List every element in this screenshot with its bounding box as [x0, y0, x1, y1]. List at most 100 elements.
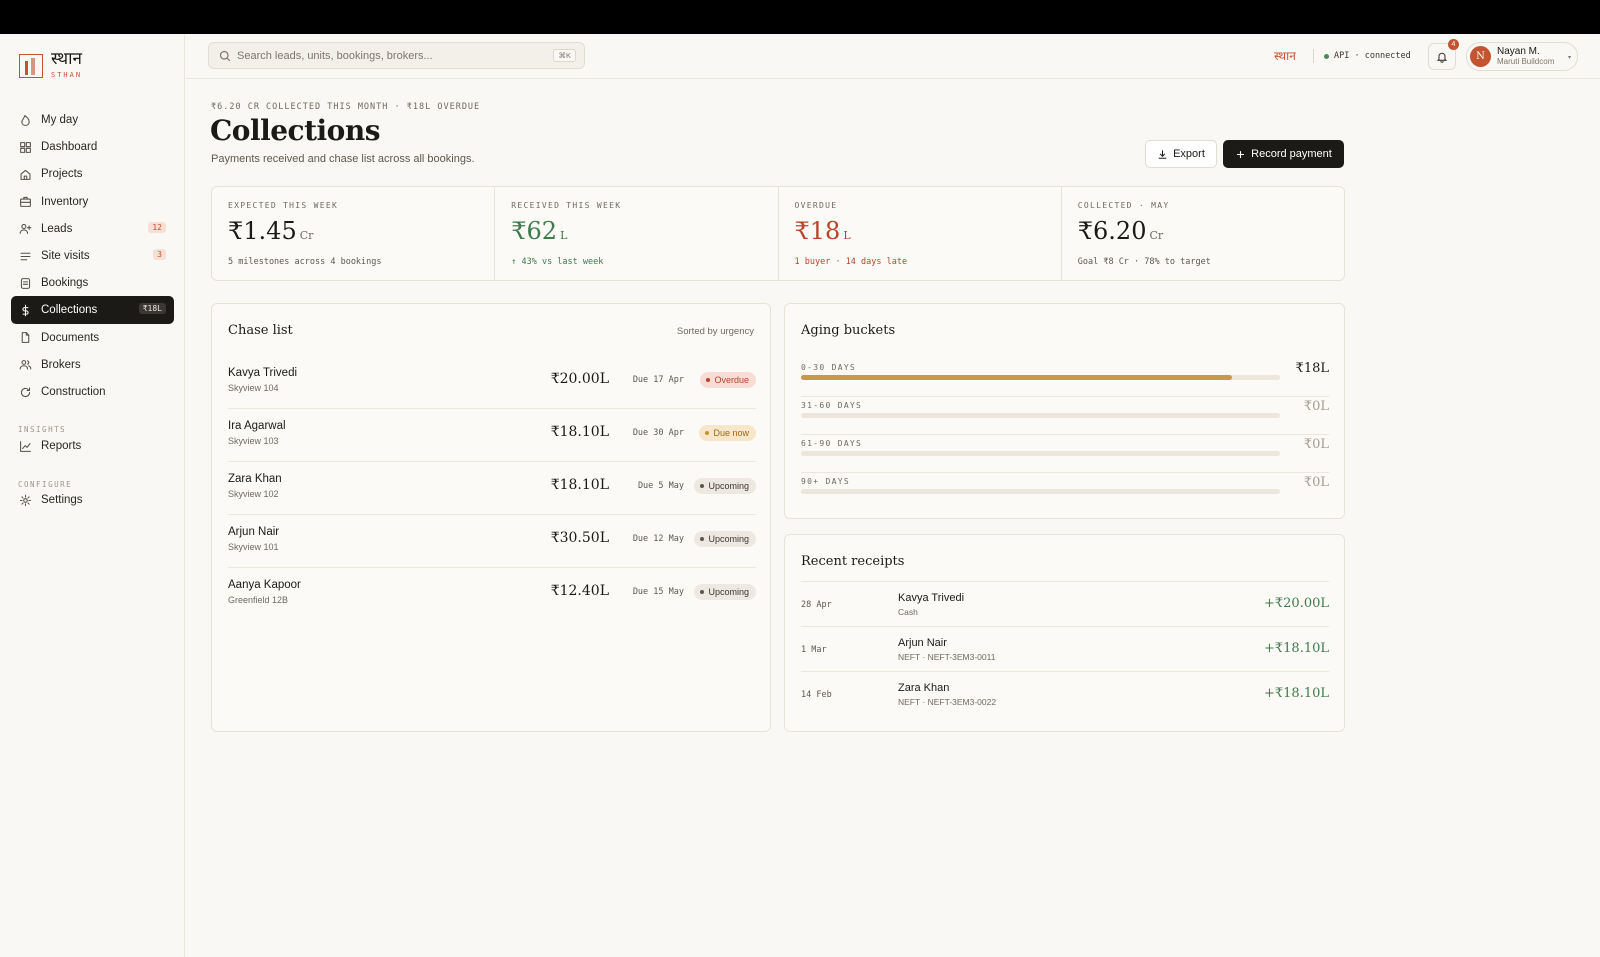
- users-icon: [19, 358, 32, 371]
- chase-list-row[interactable]: Zara Khan Skyview 102 ₹18.10L Due 5 May Upco…: [228, 462, 756, 515]
- aging-bucket-row: 61-90 DAYS ₹0L: [801, 435, 1329, 473]
- status-label: Upcoming: [708, 587, 749, 597]
- sidebar-item-label: Bookings: [41, 277, 89, 290]
- sidebar-item-reports[interactable]: Reports: [11, 432, 174, 460]
- recent-receipts-title: Recent receipts: [801, 554, 905, 569]
- payer-name: Arjun Nair: [898, 637, 947, 649]
- payment-method: NEFT · NEFT-3EM3-0022: [898, 697, 997, 707]
- sidebar-item-inventory[interactable]: Inventory: [11, 188, 174, 216]
- sort-indicator[interactable]: Sorted by urgency: [677, 326, 754, 337]
- dollar-icon: [19, 304, 32, 317]
- bucket-progress-track: [801, 489, 1280, 494]
- stat-unit: Cr: [1149, 229, 1164, 242]
- user-org: Maruti Buildcom: [1497, 57, 1555, 66]
- due-date: Due 17 Apr: [632, 375, 684, 385]
- unit-name: Skyview 101: [228, 542, 279, 552]
- gear-icon: [19, 494, 32, 507]
- unit-name: Skyview 103: [228, 436, 279, 446]
- page-subtitle: Payments received and chase list across …: [211, 153, 475, 165]
- sidebar-item-site-visits[interactable]: Site visits 3: [11, 242, 174, 270]
- aging-buckets-card: Aging buckets 0-30 DAYS ₹18L 31-60 DAYS ₹0L…: [784, 303, 1345, 519]
- status-badge: Upcoming: [694, 531, 756, 547]
- receipt-row[interactable]: 1 Mar Arjun Nair NEFT · NEFT-3EM3-0011 +₹18…: [801, 626, 1329, 671]
- stat-label: OVERDUE: [794, 201, 838, 210]
- due-date: Due 15 May: [632, 587, 684, 597]
- stat-value: ₹18 L: [795, 216, 1045, 251]
- stat-amount: ₹62: [511, 217, 558, 245]
- sidebar-item-my-day[interactable]: My day: [11, 106, 174, 134]
- aging-bucket-row: 31-60 DAYS ₹0L: [801, 397, 1329, 435]
- notifications-button[interactable]: 4: [1428, 39, 1459, 70]
- receipt-icon: [19, 277, 32, 290]
- plus-icon: [1237, 150, 1245, 158]
- bucket-label: 0-30 DAYS: [801, 363, 857, 372]
- sidebar-item-projects[interactable]: Projects: [11, 160, 174, 188]
- home-icon: [19, 168, 32, 181]
- record-payment-label: Record payment: [1251, 148, 1332, 160]
- unit-name: Skyview 104: [228, 383, 279, 393]
- user-name: Nayan M.: [1497, 46, 1540, 57]
- receipt-row[interactable]: 28 Apr Kavya Trivedi Cash +₹20.00L: [801, 581, 1329, 626]
- refresh-icon: [19, 386, 32, 399]
- user-menu[interactable]: N Nayan M. Maruti Buildcom ▾: [1466, 42, 1578, 71]
- user-plus-icon: [19, 222, 32, 235]
- sidebar-item-construction[interactable]: Construction: [11, 378, 174, 406]
- receipt-row[interactable]: 14 Feb Zara Khan NEFT · NEFT-3EM3-0022 +₹18…: [801, 671, 1329, 716]
- sidebar-item-documents[interactable]: Documents: [11, 324, 174, 352]
- stat-unit: L: [843, 229, 851, 242]
- search-input[interactable]: [237, 49, 547, 62]
- brand-logo[interactable]: स्थान STHAN: [19, 50, 82, 79]
- export-label: Export: [1173, 148, 1205, 160]
- topbar: ⌘K स्थान API · connected 4 N Nayan M. Ma…: [186, 34, 1600, 79]
- stats-strip: EXPECTED THIS WEEK ₹1.45 Cr 5 milestones ac…: [211, 186, 1345, 281]
- sidebar-item-brokers[interactable]: Brokers: [11, 351, 174, 379]
- stat-label: COLLECTED · MAY: [1077, 201, 1170, 210]
- sidebar-item-label: Projects: [41, 168, 83, 181]
- search-bar[interactable]: ⌘K: [208, 42, 585, 69]
- sidebar-count-badge: ₹18L: [138, 303, 166, 315]
- stat-label: RECEIVED THIS WEEK: [511, 201, 622, 210]
- chart-icon: [19, 440, 32, 453]
- status-dot-icon: [700, 537, 705, 541]
- chase-list-row[interactable]: Ira Agarwal Skyview 103 ₹18.10L Due 30 Apr D…: [228, 409, 756, 462]
- receipt-date: 1 Mar: [801, 645, 827, 655]
- sidebar-item-settings[interactable]: Settings: [11, 486, 174, 514]
- sidebar-item-bookings[interactable]: Bookings: [11, 269, 174, 297]
- page-summary: ₹6.20 CR COLLECTED THIS MONTH · ₹18L OVE…: [211, 102, 481, 112]
- export-button[interactable]: Export: [1145, 140, 1217, 168]
- buyer-name: Arjun Nair: [228, 526, 280, 538]
- status-label: Due now: [713, 428, 749, 438]
- recent-receipts-card: Recent receipts 28 Apr Kavya Trivedi Cash +…: [784, 534, 1345, 732]
- sidebar-item-dashboard[interactable]: Dashboard: [11, 133, 174, 161]
- unit-name: Greenfield 12B: [228, 595, 289, 605]
- sidebar-item-label: Documents: [41, 331, 100, 344]
- app-window: स्थान STHAN My day Dashboard Projects Inven…: [0, 34, 1600, 957]
- building-logo-icon: [19, 54, 43, 78]
- sidebar-item-label: Site visits: [41, 250, 90, 262]
- download-icon: [1158, 149, 1167, 159]
- chase-list-row[interactable]: Kavya Trivedi Skyview 104 ₹20.00L Due 17 Ap…: [228, 356, 756, 409]
- bucket-progress-fill: [801, 375, 1233, 380]
- payer-name: Zara Khan: [898, 682, 950, 694]
- record-payment-button[interactable]: Record payment: [1223, 140, 1344, 168]
- due-amount: ₹20.00L: [550, 371, 609, 387]
- status-badge: Due now: [699, 425, 756, 441]
- briefcase-icon: [19, 195, 32, 208]
- bucket-value: ₹0L: [1303, 437, 1329, 452]
- chase-list-row[interactable]: Arjun Nair Skyview 101 ₹30.50L Due 12 May Up…: [228, 515, 756, 568]
- sidebar-item-label: Reports: [41, 440, 82, 452]
- stat-value: ₹6.20 Cr: [1078, 216, 1328, 251]
- bucket-progress-track: [801, 451, 1280, 456]
- sidebar-item-collections[interactable]: Collections ₹18L: [11, 296, 174, 325]
- chase-list-row[interactable]: Aanya Kapoor Greenfield 12B ₹12.40L Due 15 …: [228, 568, 756, 621]
- sidebar-item-label: My day: [41, 114, 79, 126]
- sidebar-item-leads[interactable]: Leads 12: [11, 215, 174, 243]
- sidebar: स्थान STHAN My day Dashboard Projects Inven…: [0, 34, 185, 957]
- aging-buckets-title: Aging buckets: [801, 323, 896, 338]
- stat-card: COLLECTED · MAY ₹6.20 Cr Goal ₹8 Cr · 78% t…: [1062, 187, 1344, 280]
- page-title: Collections: [210, 114, 380, 147]
- avatar: N: [1470, 46, 1491, 67]
- due-date: Due 12 May: [632, 534, 684, 544]
- sidebar-item-label: Settings: [41, 494, 83, 506]
- buyer-name: Kavya Trivedi: [228, 367, 298, 379]
